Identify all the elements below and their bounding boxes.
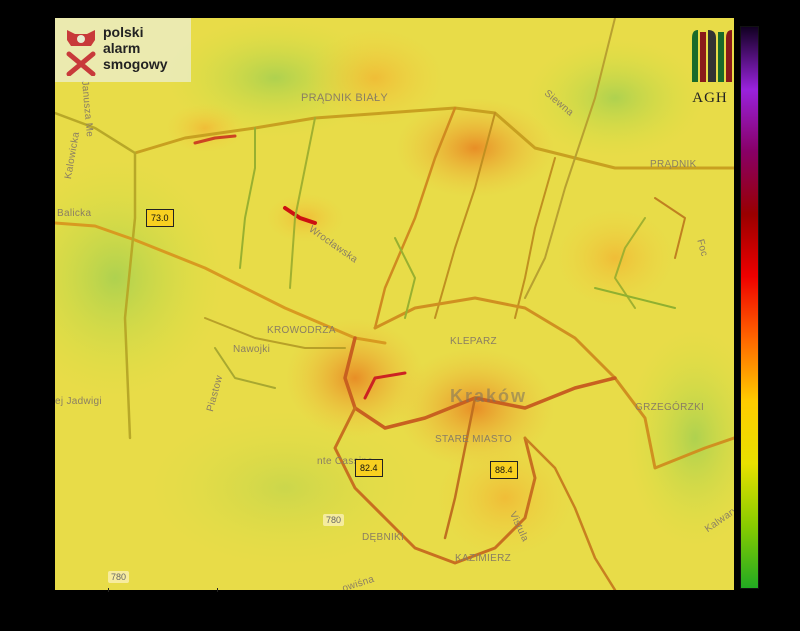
place-jadwigi: ej Jadwigi (55, 396, 102, 407)
place-nawojki: Nawojki (233, 344, 271, 355)
sensor-badge-center[interactable]: 82.4 (355, 459, 383, 477)
axis-tick (108, 588, 109, 592)
agh-logo: AGH (686, 28, 734, 110)
place-balicka: Balicka (57, 208, 92, 219)
place-pradnik-bialy: PRĄDNIK BIAŁY (301, 92, 389, 104)
pollution-colorbar (740, 26, 759, 589)
place-kleparz: KLEPARZ (450, 336, 497, 347)
place-krakow: Kraków (450, 386, 528, 406)
polski-alarm-smogowy-logo: polski alarm smogowy (55, 18, 191, 82)
smog-heatmap[interactable]: PRĄDNIK BIAŁY PRĄDNIK Kraków GRZEGÓRZKI … (55, 18, 734, 590)
axis-tick (217, 588, 218, 592)
logo-line: smogowy (103, 56, 168, 72)
pas-shield-icon (66, 30, 96, 76)
sensor-badge-west[interactable]: 73.0 (146, 209, 174, 227)
place-kazimierz: KAZIMIERZ (455, 553, 512, 564)
place-debniki: DĘBNIKI (362, 532, 405, 543)
sensor-badge-east[interactable]: 88.4 (490, 461, 518, 479)
agh-label: AGH (692, 90, 728, 106)
place-grzegorzki: GRZEGÓRZKI (635, 402, 705, 413)
place-pradnik: PRĄDNIK (650, 159, 697, 170)
road-number: 780 (108, 571, 130, 583)
place-stare-miasto: STARE MIASTO (435, 434, 513, 445)
logo-line: alarm (103, 40, 141, 56)
road-number: 780 (323, 514, 345, 526)
agh-logo-icon (692, 30, 732, 82)
place-krowodrza: KROWODRZA (267, 325, 336, 336)
logo-line: polski (103, 24, 144, 40)
